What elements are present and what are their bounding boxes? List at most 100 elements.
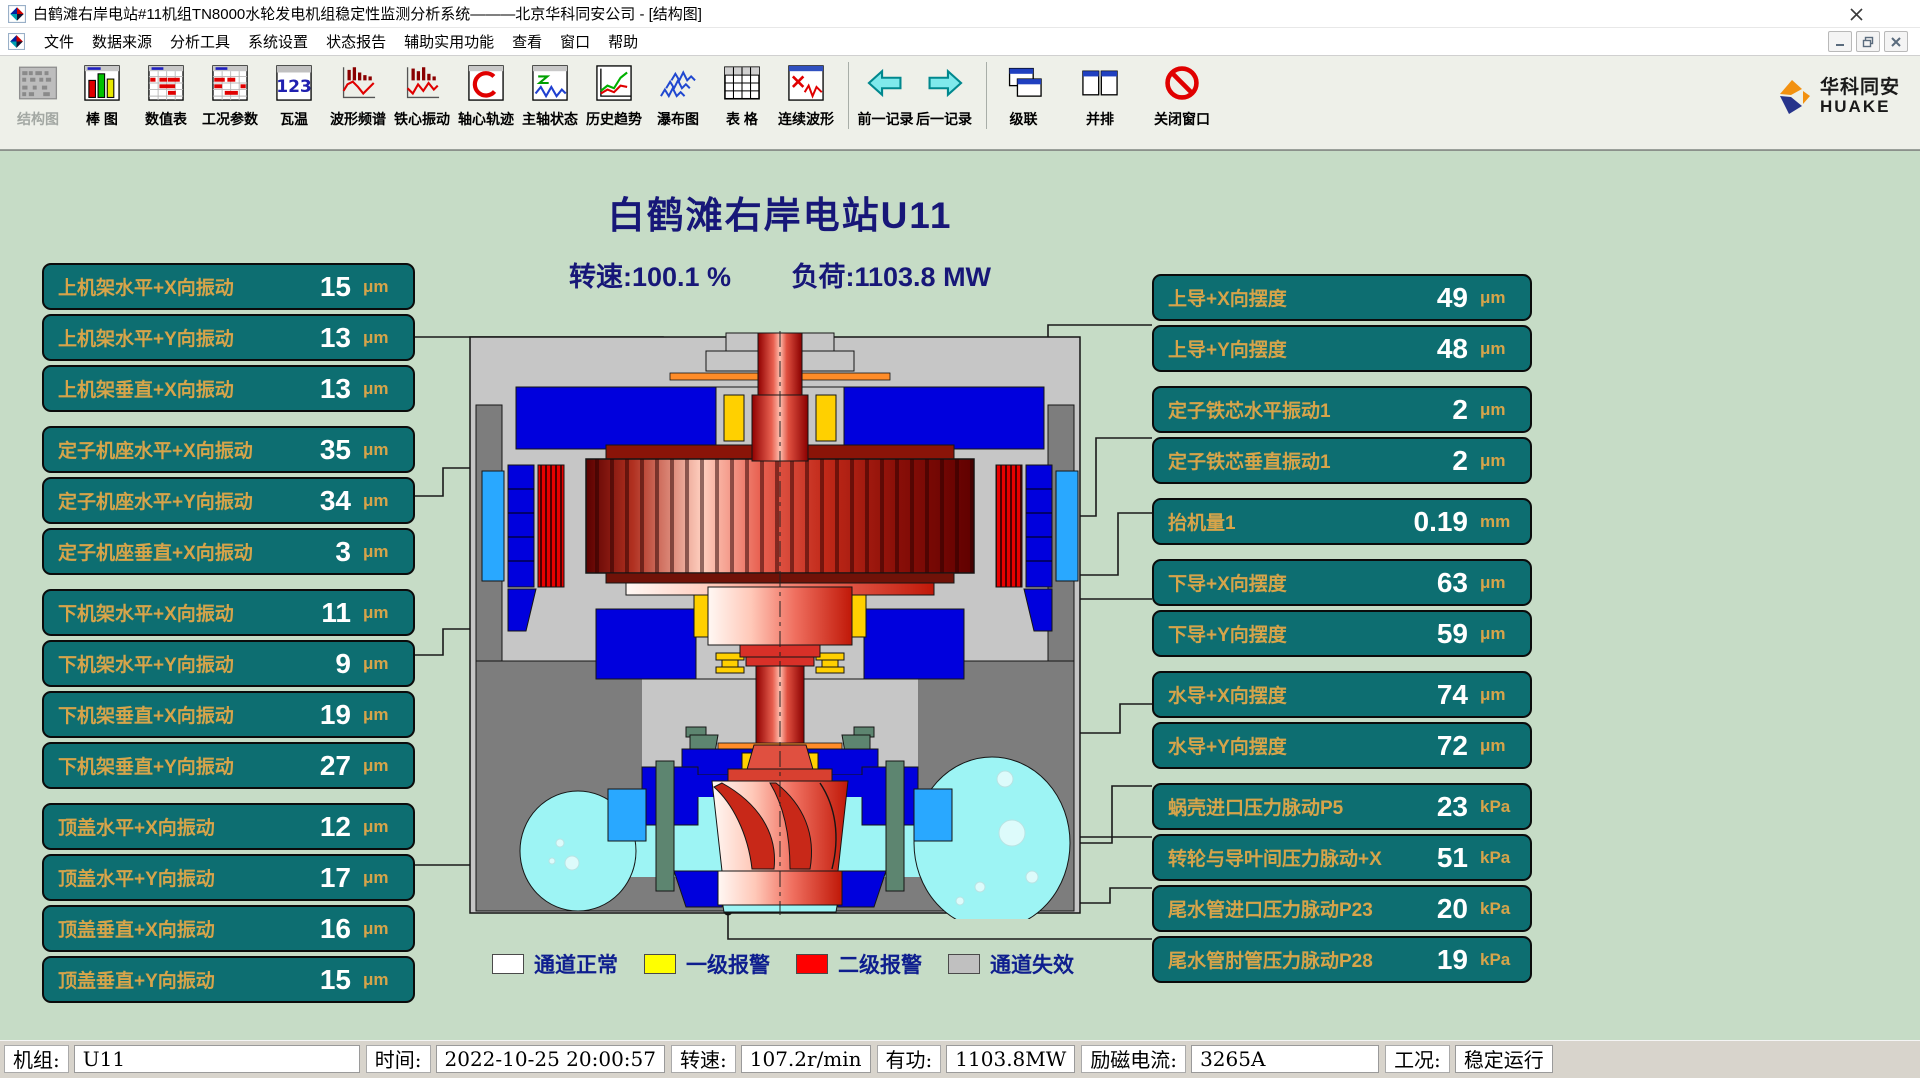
legend-color-swatch bbox=[492, 954, 524, 974]
legend-item: 通道正常 bbox=[492, 949, 618, 979]
measurement-value: 51 bbox=[1392, 842, 1468, 874]
toolbar-button[interactable]: 轴心轨迹 bbox=[454, 62, 518, 129]
toolbar-button[interactable]: 后一记录 bbox=[912, 62, 976, 129]
toolbar-button-icon bbox=[273, 62, 315, 104]
measurement-box: 下导+X向摆度 63 μm bbox=[1152, 559, 1532, 606]
measurement-label: 水导+X向摆度 bbox=[1168, 681, 1392, 708]
toolbar-button-label: 数值表 bbox=[145, 109, 187, 129]
status-field-label: 机组: bbox=[4, 1045, 69, 1073]
toolbar-button-icon bbox=[1079, 62, 1121, 104]
measurement-label: 蜗壳进口压力脉动P5 bbox=[1168, 793, 1392, 820]
measurement-value: 11 bbox=[275, 597, 351, 629]
legend-label: 一级报警 bbox=[686, 949, 770, 979]
toolbar-button[interactable]: 主轴状态 bbox=[518, 62, 582, 129]
menu-item[interactable]: 数据来源 bbox=[83, 28, 161, 55]
toolbar-button[interactable]: 历史趋势 bbox=[582, 62, 646, 129]
toolbar-button[interactable]: 表 格 bbox=[710, 62, 774, 129]
measurement-box: 顶盖水平+Y向振动 17 μm bbox=[42, 854, 415, 901]
toolbar-button-label: 瓦温 bbox=[280, 109, 308, 129]
status-field-label: 时间: bbox=[366, 1045, 431, 1073]
legend-label: 二级报警 bbox=[838, 949, 922, 979]
legend-item: 通道失效 bbox=[948, 949, 1074, 979]
measurement-value: 19 bbox=[1392, 944, 1468, 976]
measurement-value: 15 bbox=[275, 271, 351, 303]
measurement-box: 定子机座垂直+X向振动 3 μm bbox=[42, 528, 415, 575]
toolbar-button[interactable]: 前一记录 bbox=[848, 62, 912, 129]
menu-item[interactable]: 状态报告 bbox=[317, 28, 395, 55]
measurement-value: 48 bbox=[1392, 333, 1468, 365]
toolbar-button[interactable]: 瓦温 bbox=[262, 62, 326, 129]
measurement-label: 定子铁芯水平振动1 bbox=[1168, 396, 1392, 423]
measurement-box: 顶盖垂直+X向振动 16 μm bbox=[42, 905, 415, 952]
measurement-label: 顶盖垂直+X向振动 bbox=[58, 915, 275, 942]
menu-item[interactable]: 窗口 bbox=[551, 28, 599, 55]
menu-item[interactable]: 查看 bbox=[503, 28, 551, 55]
legend-item: 一级报警 bbox=[644, 949, 770, 979]
measurement-label: 尾水管肘管压力脉动P28 bbox=[1168, 946, 1392, 973]
measurement-unit: μm bbox=[351, 756, 405, 776]
window-close-button[interactable] bbox=[1844, 3, 1868, 25]
toolbar-button-icon bbox=[401, 62, 443, 104]
measurement-box: 尾水管进口压力脉动P23 20 kPa bbox=[1152, 885, 1532, 932]
measurement-box: 上导+X向摆度 49 μm bbox=[1152, 274, 1532, 321]
restore-icon bbox=[1862, 36, 1874, 48]
measurement-value: 23 bbox=[1392, 791, 1468, 823]
measurement-box: 转轮与导叶间压力脉动+X 51 kPa bbox=[1152, 834, 1532, 881]
mdi-close-button[interactable] bbox=[1884, 31, 1908, 52]
measurement-unit: μm bbox=[1468, 339, 1522, 359]
menu-item[interactable]: 文件 bbox=[35, 28, 83, 55]
measurement-label: 下机架垂直+Y向振动 bbox=[58, 752, 275, 779]
measurement-label: 定子机座水平+Y向振动 bbox=[58, 487, 275, 514]
measurement-label: 下导+X向摆度 bbox=[1168, 569, 1392, 596]
toolbar-button-icon bbox=[785, 62, 827, 104]
toolbar-button[interactable]: 波形频谱 bbox=[326, 62, 390, 129]
toolbar-button[interactable]: 工况参数 bbox=[198, 62, 262, 129]
menu-item[interactable]: 系统设置 bbox=[239, 28, 317, 55]
measurement-unit: μm bbox=[351, 542, 405, 562]
measurement-value: 27 bbox=[275, 750, 351, 782]
toolbar-button-label: 连续波形 bbox=[778, 109, 834, 129]
toolbar: 结构图 棒 图 数值表 工况参数 瓦温 bbox=[0, 56, 1920, 150]
legend-color-swatch bbox=[796, 954, 828, 974]
menu-item[interactable]: 帮助 bbox=[599, 28, 647, 55]
measurement-unit: μm bbox=[351, 919, 405, 939]
minimize-button[interactable] bbox=[1828, 31, 1852, 52]
measurement-label: 下机架水平+X向振动 bbox=[58, 599, 275, 626]
toolbar-button[interactable]: 结构图 bbox=[6, 62, 70, 129]
measurement-value: 63 bbox=[1392, 567, 1468, 599]
close-icon bbox=[1849, 7, 1864, 22]
station-title: 白鹤滩右岸电站U11 bbox=[608, 195, 953, 236]
measurement-box: 定子铁芯垂直振动1 2 μm bbox=[1152, 437, 1532, 484]
structure-view: 白鹤滩右岸电站U11 转速:100.1 % 负荷:1103.8 MW 上机架水平… bbox=[0, 150, 1920, 1040]
menu-item[interactable]: 分析工具 bbox=[161, 28, 239, 55]
measurement-value: 0.19 bbox=[1392, 506, 1468, 538]
status-field-value: 稳定运行 bbox=[1455, 1045, 1553, 1073]
toolbar-button-label: 后一记录 bbox=[916, 109, 972, 129]
measurement-value: 3 bbox=[275, 536, 351, 568]
status-field: 有功: 1103.8MW bbox=[877, 1045, 1076, 1073]
status-field-label: 有功: bbox=[877, 1045, 942, 1073]
measurement-unit: μm bbox=[1468, 573, 1522, 593]
measurement-value: 19 bbox=[275, 699, 351, 731]
toolbar-button[interactable]: 级联 bbox=[986, 62, 1050, 129]
toolbar-button-icon bbox=[81, 62, 123, 104]
measurement-box: 上机架垂直+X向振动 13 μm bbox=[42, 365, 415, 412]
toolbar-button[interactable]: 棒 图 bbox=[70, 62, 134, 129]
restore-button[interactable] bbox=[1856, 31, 1880, 52]
measurement-unit: kPa bbox=[1468, 848, 1522, 868]
measurement-unit: μm bbox=[1468, 624, 1522, 644]
toolbar-button[interactable]: 连续波形 bbox=[774, 62, 838, 129]
toolbar-button[interactable]: 瀑布图 bbox=[646, 62, 710, 129]
toolbar-button-label: 级联 bbox=[1010, 109, 1038, 129]
measurement-value: 35 bbox=[275, 434, 351, 466]
measurement-box: 抬机量1 0.19 mm bbox=[1152, 498, 1532, 545]
measurement-value: 59 bbox=[1392, 618, 1468, 650]
toolbar-button[interactable]: 铁心振动 bbox=[390, 62, 454, 129]
toolbar-button[interactable]: 关闭窗口 bbox=[1150, 62, 1214, 129]
toolbar-button[interactable]: 数值表 bbox=[134, 62, 198, 129]
toolbar-button[interactable]: 并排 bbox=[1068, 62, 1132, 129]
menu-item[interactable]: 辅助实用功能 bbox=[395, 28, 503, 55]
measurement-box: 定子机座水平+X向振动 35 μm bbox=[42, 426, 415, 473]
status-field-value: 2022-10-25 20:00:57 bbox=[436, 1045, 666, 1073]
measurement-box: 下机架垂直+Y向振动 27 μm bbox=[42, 742, 415, 789]
